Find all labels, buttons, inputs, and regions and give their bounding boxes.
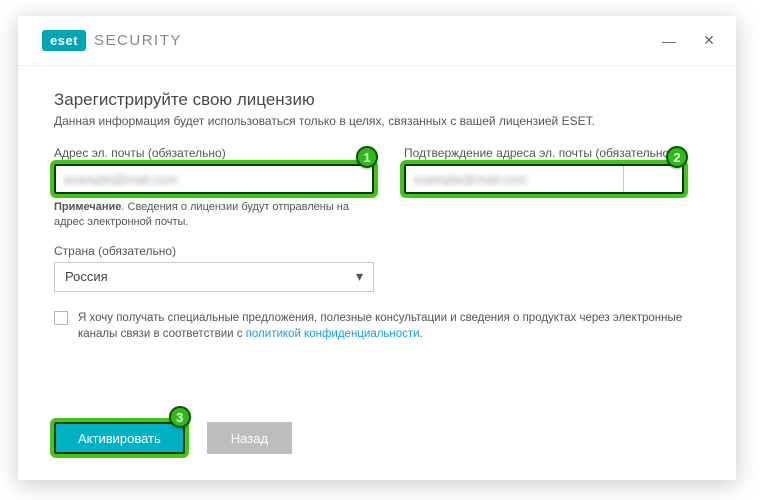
email-confirm-label: Подтверждение адреса эл. почты (обязател…: [404, 146, 684, 160]
footer: Активировать 3 Назад: [18, 422, 736, 480]
privacy-policy-link[interactable]: политикой конфиденциальности: [246, 328, 420, 340]
country-value: Россия: [65, 269, 108, 284]
highlight-3: Активировать 3: [54, 422, 185, 454]
app-window: eset SECURITY — ✕ Зарегистрируйте свою л…: [18, 16, 736, 480]
back-button[interactable]: Назад: [207, 422, 292, 454]
highlight-2: 2: [404, 164, 684, 194]
titlebar: eset SECURITY — ✕: [18, 16, 736, 66]
highlight-1: 1: [54, 164, 374, 194]
consent-checkbox[interactable]: [54, 311, 68, 325]
page-subtitle: Данная информация будет использоваться т…: [54, 114, 700, 128]
brand-logo: eset: [42, 30, 86, 51]
email-field-group: Адрес эл. почты (обязательно) 1 Примечан…: [54, 146, 374, 230]
minimize-button[interactable]: —: [658, 30, 680, 52]
page-title: Зарегистрируйте свою лицензию: [54, 90, 700, 110]
close-button[interactable]: ✕: [698, 30, 720, 52]
window-controls: — ✕: [658, 30, 720, 52]
email-row: Адрес эл. почты (обязательно) 1 Примечан…: [54, 146, 700, 230]
email-confirm-input[interactable]: [404, 164, 624, 194]
email-confirm-field-group: Подтверждение адреса эл. почты (обязател…: [404, 146, 684, 230]
country-select[interactable]: Россия ▾: [54, 262, 374, 292]
country-label: Страна (обязательно): [54, 244, 700, 258]
chevron-down-icon: ▾: [356, 268, 363, 285]
note-label: Примечание: [54, 201, 121, 213]
consent-row: Я хочу получать специальные предложения,…: [54, 310, 700, 343]
email-input[interactable]: [54, 164, 374, 194]
consent-text: Я хочу получать специальные предложения,…: [78, 310, 700, 343]
email-label: Адрес эл. почты (обязательно): [54, 146, 374, 160]
brand: eset SECURITY: [42, 30, 182, 51]
content-area: Зарегистрируйте свою лицензию Данная инф…: [18, 66, 736, 422]
activate-button[interactable]: Активировать: [54, 422, 185, 454]
country-field-group: Страна (обязательно) Россия ▾: [54, 244, 700, 292]
brand-name: SECURITY: [94, 32, 182, 49]
consent-text-b: .: [420, 328, 423, 340]
email-note: Примечание. Сведения о лицензии будут от…: [54, 200, 374, 230]
